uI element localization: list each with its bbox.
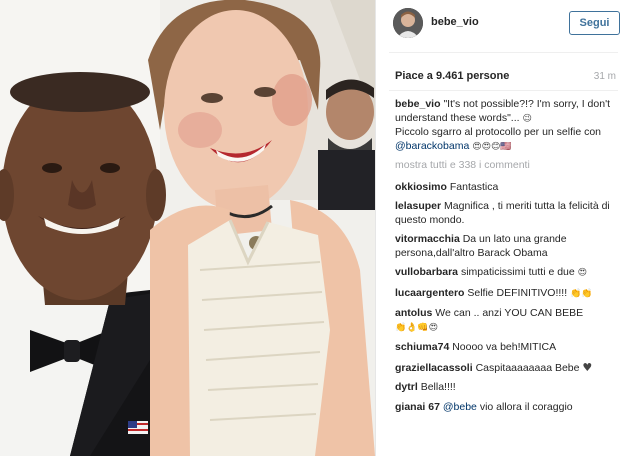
caption-emoji: 😍😍😊🇺🇸 [472,141,512,152]
caption: bebe_vio "It's not possible?!? I'm sorry… [395,98,623,154]
comment-text: simpaticissimi tutti e due [460,266,575,278]
instagram-post: bebe_vio Segui Piace a 9.461 persone 31 … [0,0,630,456]
comment-text: Fantastica [449,180,499,193]
comment: antolus We can .. anzi YOU CAN BEBE 👏👌👊😍 [395,307,623,335]
caption-username[interactable]: bebe_vio [395,98,441,110]
comment-username[interactable]: schiuma74 [395,341,449,353]
comment-username[interactable]: vitormacchia [395,233,460,245]
likes-count[interactable]: Piace a 9.461 persone [395,70,509,82]
comment-username[interactable]: antolus [395,307,432,319]
comment-text: Caspitaaaaaaaa Bebe [475,361,580,374]
post-photo[interactable] [0,0,375,456]
comment: vitormacchia Da un lato una grande perso… [395,233,623,260]
comment: gianai 67 @bebe vio allora il coraggio [395,401,623,415]
comment-emoji: 👏👏 [570,288,593,299]
comment: okkiosimo Fantastica [395,181,623,195]
comment-text: Selfie DEFINITIVO!!!! [467,286,568,299]
heart-icon: ♥ [582,360,593,374]
comment-text: We can .. anzi YOU CAN BEBE [435,307,584,319]
comment-emoji: 👏👌👊😍 [395,322,439,333]
comment-username[interactable]: lucaargentero [395,287,464,299]
comment-text: Bella!!!! [420,381,456,393]
comment-username[interactable]: gianai [395,401,425,413]
comment: dytrl Bella!!!! [395,381,623,395]
comment-text: Noooo va beh!MITICA [452,341,557,353]
comment: vullobarbara simpaticissimi tutti e due … [395,266,623,281]
comment-text: 67 [428,400,443,413]
caption-mention[interactable]: @barackobama [395,140,469,152]
comment-username[interactable]: graziellacassoli [395,362,473,374]
avatar[interactable] [393,8,423,38]
post-header: bebe_vio Segui [376,0,630,50]
comment-username[interactable]: lelasuper [395,200,441,212]
avatar-image [393,8,423,38]
comment: schiuma74 Noooo va beh!MITICA [395,341,623,355]
divider [389,90,618,91]
comment-text-tail: vio allora il coraggio [476,400,573,413]
comment-emoji: 😍 [577,268,588,278]
caption-text-2: Piccolo sgarro al protocollo per un self… [395,126,602,138]
comments-list: bebe_vio "It's not possible?!? I'm sorry… [395,98,623,420]
divider [389,52,618,53]
comment: lucaargentero Selfie DEFINITIVO!!!! 👏👏 [395,287,623,302]
selfie-image [0,0,375,456]
follow-button[interactable]: Segui [569,11,620,35]
comment: graziellacassoli Caspitaaaaaaaa Bebe ♥ [395,361,623,376]
post-details-panel: bebe_vio Segui Piace a 9.461 persone 31 … [375,0,630,456]
load-more-comments[interactable]: mostra tutti e 338 i commenti [395,159,623,173]
comment-username[interactable]: okkiosimo [395,181,447,193]
comment: lelasuper Magnifica , ti meriti tutta la… [395,200,623,227]
post-time: 31 m [593,71,616,82]
wink-emoji: 😉 [522,113,532,124]
comment-username[interactable]: dytrl [395,381,418,393]
username[interactable]: bebe_vio [431,16,479,28]
comment-mention[interactable]: @bebe [443,401,477,413]
comment-username[interactable]: vullobarbara [395,266,458,278]
